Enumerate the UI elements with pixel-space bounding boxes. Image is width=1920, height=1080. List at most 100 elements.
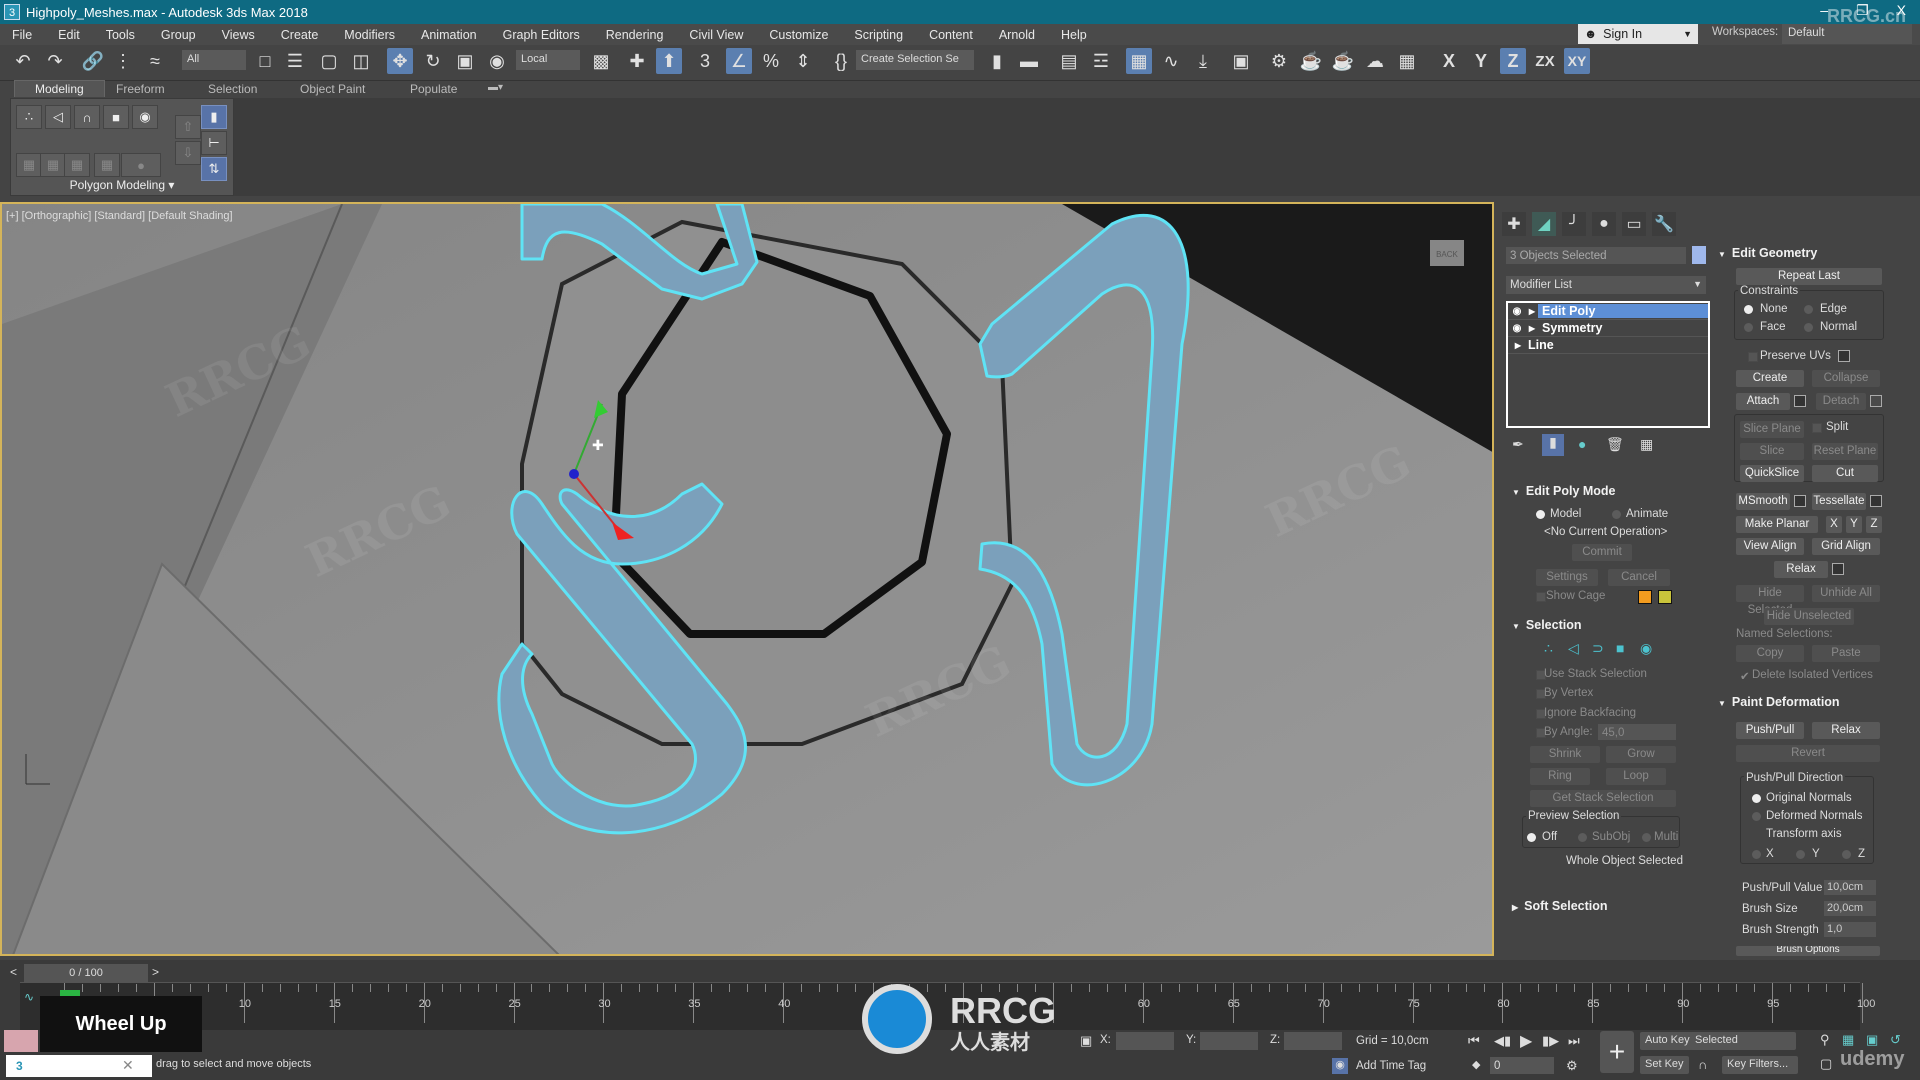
get-stack-selection-button[interactable]: Get Stack Selection: [1530, 790, 1676, 807]
menu-views[interactable]: Views: [210, 28, 269, 42]
ring-select-icon[interactable]: ▦: [64, 153, 90, 177]
view-align-button[interactable]: View Align: [1736, 538, 1804, 555]
tab-selection[interactable]: Selection: [208, 82, 257, 96]
window-crossing-icon[interactable]: ◫: [348, 48, 374, 74]
ribbon-minimize-icon[interactable]: ▬▾: [488, 82, 503, 93]
key-mode-dropdown[interactable]: Selected: [1690, 1032, 1796, 1050]
cut-button[interactable]: Cut: [1812, 465, 1878, 482]
add-time-tag-button[interactable]: Add Time Tag: [1356, 1060, 1426, 1072]
axis-y-button[interactable]: Y: [1468, 48, 1494, 74]
show-cage-checkbox[interactable]: [1536, 592, 1546, 602]
menu-file[interactable]: File: [0, 28, 46, 42]
menu-arnold[interactable]: Arnold: [987, 28, 1049, 42]
preview-multi-radio[interactable]: [1642, 833, 1651, 842]
viewport-orthographic[interactable]: ✚ BACK RRCG RRCG RRCG RRCG: [0, 202, 1494, 956]
preserve-uvs-checkbox[interactable]: [1748, 352, 1758, 362]
brush-strength-spinner[interactable]: 1,0: [1824, 922, 1876, 937]
animate-radio[interactable]: [1612, 510, 1621, 519]
taskbar-mini-window[interactable]: 3 ✕: [6, 1055, 152, 1077]
preserve-uvs-settings-icon[interactable]: [1838, 350, 1850, 362]
planar-x-button[interactable]: X: [1826, 516, 1842, 533]
zoom-icon[interactable]: ⚲: [1820, 1032, 1830, 1048]
remove-modifier-icon[interactable]: 🗑: [1606, 436, 1624, 453]
tessellate-button[interactable]: Tessellate: [1812, 493, 1866, 510]
menu-help[interactable]: Help: [1049, 28, 1101, 42]
keyboard-shortcut-override-icon[interactable]: ⬆: [656, 48, 682, 74]
x-coordinate-field[interactable]: [1116, 1032, 1174, 1050]
edit-named-selection-icon[interactable]: {}: [828, 48, 854, 74]
create-button[interactable]: Create: [1736, 370, 1804, 387]
shrink-select-icon[interactable]: ▦: [40, 153, 66, 177]
modifier-stack-down-icon[interactable]: ⇩: [175, 141, 201, 165]
menu-create[interactable]: Create: [269, 28, 333, 42]
select-object-icon[interactable]: □: [252, 48, 278, 74]
paste-button[interactable]: Paste: [1812, 645, 1880, 662]
selection-filter-dropdown[interactable]: All: [182, 50, 246, 70]
reference-coord-dropdown[interactable]: Local: [516, 50, 580, 70]
curve-editor-icon[interactable]: ∿: [24, 990, 34, 1004]
eye-icon[interactable]: ◉: [1508, 306, 1526, 317]
polygon-icon[interactable]: ■: [103, 105, 129, 129]
planar-z-button[interactable]: Z: [1866, 516, 1882, 533]
align-icon[interactable]: ▬: [1016, 48, 1042, 74]
axis-x-radio[interactable]: [1752, 850, 1761, 859]
set-keys-icon[interactable]: +: [1600, 1031, 1634, 1073]
eye-icon[interactable]: ◉: [1508, 323, 1526, 334]
attach-list-icon[interactable]: [1794, 395, 1806, 407]
quickslice-button[interactable]: QuickSlice: [1740, 465, 1804, 482]
rollout-edit-geometry[interactable]: ▼ Edit Geometry: [1718, 246, 1817, 260]
grow-select-icon[interactable]: ▦: [16, 153, 42, 177]
display-tab-icon[interactable]: ▭: [1622, 212, 1646, 236]
collapse-button[interactable]: Collapse: [1812, 370, 1880, 387]
settings-button[interactable]: Settings: [1536, 569, 1598, 586]
axis-x-button[interactable]: X: [1436, 48, 1462, 74]
slice-plane-button[interactable]: Slice Plane: [1740, 421, 1804, 438]
material-editor-icon[interactable]: ▣: [1228, 48, 1254, 74]
brush-options-button[interactable]: Brush Options: [1736, 946, 1880, 956]
zoom-all-icon[interactable]: ▦: [1842, 1032, 1854, 1048]
timeline-track[interactable]: [20, 982, 1860, 1030]
make-unique-icon[interactable]: ●: [1578, 436, 1586, 452]
border-icon[interactable]: ∩: [74, 105, 100, 129]
tab-freeform[interactable]: Freeform: [116, 82, 165, 96]
menu-animation[interactable]: Animation: [409, 28, 491, 42]
rollout-selection[interactable]: ▼ Selection: [1512, 618, 1582, 632]
default-in-out-tangents-icon[interactable]: ∩: [1698, 1057, 1707, 1072]
menu-content[interactable]: Content: [917, 28, 987, 42]
relax-button[interactable]: Relax: [1774, 561, 1828, 578]
ring-button[interactable]: Ring: [1530, 768, 1590, 785]
menu-civil-view[interactable]: Civil View: [677, 28, 757, 42]
key-filters-button[interactable]: Key Filters...: [1722, 1056, 1798, 1074]
pin-stack-icon[interactable]: ⊢: [201, 131, 227, 155]
time-configuration-icon[interactable]: ⚙: [1566, 1058, 1578, 1074]
time-slider[interactable]: 0 / 100: [24, 964, 148, 982]
link-icon[interactable]: 🔗: [80, 48, 106, 74]
bind-space-warp-icon[interactable]: ≈: [142, 48, 168, 74]
copy-button[interactable]: Copy: [1736, 645, 1804, 662]
y-coordinate-field[interactable]: [1200, 1032, 1258, 1050]
go-to-end-icon[interactable]: ⏭: [1568, 1033, 1580, 1049]
snaps-toggle-icon[interactable]: 3: [692, 48, 718, 74]
mirror-icon[interactable]: ▮: [984, 48, 1010, 74]
grow-button[interactable]: Grow: [1606, 746, 1676, 763]
stack-item-symmetry[interactable]: ◉ ▶ Symmetry: [1508, 320, 1708, 337]
motion-tab-icon[interactable]: ●: [1592, 212, 1616, 236]
delete-isolated-checkbox[interactable]: ✔: [1740, 669, 1750, 683]
cage-color-swatch[interactable]: [1638, 590, 1652, 604]
msmooth-settings-icon[interactable]: [1794, 495, 1806, 507]
axis-zx-button[interactable]: ZX: [1532, 48, 1558, 74]
split-checkbox[interactable]: [1812, 423, 1822, 433]
loop-select-icon[interactable]: ▦: [94, 153, 120, 177]
hierarchy-tab-icon[interactable]: ╯: [1562, 212, 1586, 236]
absolute-mode-icon[interactable]: ▣: [1080, 1033, 1092, 1049]
pivot-center-icon[interactable]: ▩: [588, 48, 614, 74]
detach-settings-icon[interactable]: [1870, 395, 1882, 407]
set-key-button[interactable]: Set Key: [1640, 1056, 1689, 1074]
hide-unselected-button[interactable]: Hide Unselected: [1764, 608, 1854, 625]
schematic-view-icon[interactable]: ⤓: [1190, 48, 1216, 74]
preview-subobj-radio[interactable]: [1578, 833, 1587, 842]
border-icon[interactable]: ⊃: [1592, 640, 1604, 657]
by-angle-spinner[interactable]: 45,0: [1598, 724, 1676, 740]
next-frame-button[interactable]: >: [152, 965, 159, 979]
planar-y-button[interactable]: Y: [1846, 516, 1862, 533]
